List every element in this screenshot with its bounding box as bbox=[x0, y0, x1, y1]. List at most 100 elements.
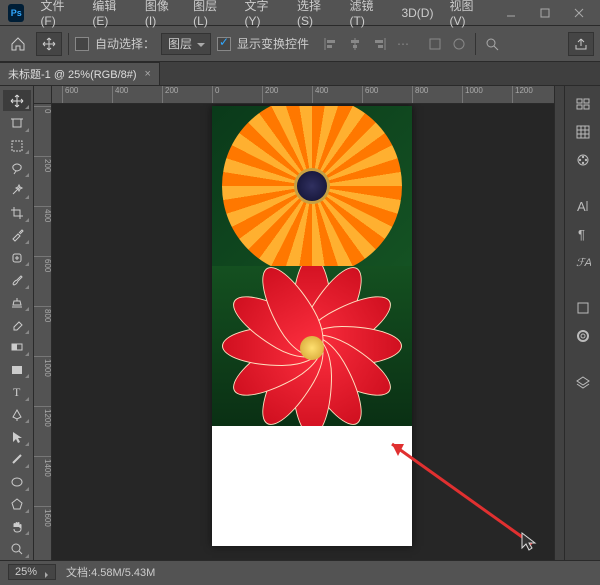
glyphs-panel-icon[interactable]: ℱA bbox=[570, 250, 596, 274]
magic-wand-tool[interactable] bbox=[3, 180, 31, 201]
move-tool-preset[interactable] bbox=[36, 32, 62, 56]
zoom-level[interactable]: 25% bbox=[8, 564, 56, 580]
ruler-tick: 800 bbox=[412, 86, 428, 104]
menu-layer[interactable]: 图层(L) bbox=[185, 0, 236, 28]
ruler-horizontal[interactable]: 600 400 200 0 200 400 600 800 1000 1200 bbox=[34, 86, 554, 104]
align-center-h-icon[interactable] bbox=[345, 34, 365, 54]
character-panel-icon[interactable]: A bbox=[570, 194, 596, 218]
image-layer-2 bbox=[212, 266, 412, 426]
status-bar: 25% 文档:4.58M/5.43M bbox=[0, 560, 600, 582]
3d-mode-buttons bbox=[425, 34, 469, 54]
paragraph-panel-icon[interactable]: ¶ bbox=[570, 222, 596, 246]
polygon-tool[interactable] bbox=[3, 494, 31, 515]
hand-tool[interactable] bbox=[3, 516, 31, 537]
ruler-tick: 600 bbox=[362, 86, 378, 104]
auto-select-target-dropdown[interactable]: 图层 bbox=[161, 33, 211, 55]
align-buttons: ⋯ bbox=[321, 34, 413, 54]
clone-stamp-tool[interactable] bbox=[3, 292, 31, 313]
path-select-tool[interactable] bbox=[3, 426, 31, 447]
pen-tool[interactable] bbox=[3, 404, 31, 425]
ruler-tick: 1400 bbox=[34, 456, 52, 477]
home-button[interactable] bbox=[6, 32, 30, 56]
type-tool[interactable]: T bbox=[3, 381, 31, 402]
workspace: T 600 400 200 0 200 400 600 800 1000 120… bbox=[0, 86, 600, 560]
properties-panel-icon[interactable] bbox=[570, 120, 596, 144]
search-icon[interactable] bbox=[482, 34, 502, 54]
tab-close-icon[interactable]: × bbox=[145, 68, 151, 80]
swatches-panel-icon[interactable] bbox=[570, 148, 596, 172]
line-tool[interactable] bbox=[3, 449, 31, 470]
rect-marquee-tool[interactable] bbox=[3, 135, 31, 156]
3d-mode-icon[interactable] bbox=[425, 34, 445, 54]
align-right-icon[interactable] bbox=[369, 34, 389, 54]
mask-mode-icon[interactable] bbox=[449, 34, 469, 54]
show-transform-checkbox[interactable] bbox=[217, 37, 231, 51]
move-tool[interactable] bbox=[3, 90, 31, 111]
close-button[interactable] bbox=[562, 3, 596, 23]
eyedropper-tool[interactable] bbox=[3, 225, 31, 246]
gradient-tool[interactable] bbox=[3, 337, 31, 358]
panel-vscroll[interactable] bbox=[554, 86, 564, 560]
minimize-button[interactable] bbox=[494, 3, 528, 23]
menu-image[interactable]: 图像(I) bbox=[137, 0, 185, 28]
cursor-icon bbox=[518, 530, 542, 554]
crop-tool[interactable] bbox=[3, 202, 31, 223]
svg-text:A: A bbox=[577, 199, 586, 214]
maximize-button[interactable] bbox=[528, 3, 562, 23]
ruler-tick: 400 bbox=[34, 206, 52, 222]
artboard-content[interactable] bbox=[212, 106, 412, 546]
ruler-tick: 600 bbox=[34, 256, 52, 272]
document-tab[interactable]: 未标题-1 @ 25%(RGB/8#) × bbox=[0, 62, 160, 85]
ruler-tick: 200 bbox=[162, 86, 178, 104]
rectangle-shape-tool[interactable] bbox=[3, 359, 31, 380]
libraries-panel-icon[interactable] bbox=[570, 324, 596, 348]
ruler-tick: 1200 bbox=[512, 86, 533, 104]
ruler-tick: 1000 bbox=[462, 86, 483, 104]
menu-3d[interactable]: 3D(D) bbox=[393, 6, 441, 20]
doc-size-label: 文档:4.58M/5.43M bbox=[66, 564, 155, 580]
menu-edit[interactable]: 编辑(E) bbox=[84, 0, 137, 28]
auto-select-label: 自动选择： bbox=[95, 35, 155, 52]
spot-heal-tool[interactable] bbox=[3, 247, 31, 268]
zoom-tool[interactable] bbox=[3, 538, 31, 559]
more-align-icon[interactable]: ⋯ bbox=[393, 34, 413, 54]
ruler-tick: 1000 bbox=[34, 356, 52, 377]
ruler-tick: 1600 bbox=[34, 506, 52, 527]
canvas[interactable] bbox=[52, 104, 554, 560]
ruler-origin[interactable] bbox=[34, 86, 52, 104]
auto-select-checkbox[interactable] bbox=[75, 37, 89, 51]
menu-file[interactable]: 文件(F) bbox=[32, 0, 84, 28]
layers-panel-icon[interactable] bbox=[570, 370, 596, 394]
align-left-icon[interactable] bbox=[321, 34, 341, 54]
canvas-zone: 600 400 200 0 200 400 600 800 1000 1200 … bbox=[34, 86, 554, 560]
svg-text:¶: ¶ bbox=[578, 227, 585, 242]
eraser-tool[interactable] bbox=[3, 314, 31, 335]
ruler-tick: 200 bbox=[34, 156, 52, 172]
window-controls bbox=[494, 3, 596, 23]
right-panels: A ¶ ℱA bbox=[564, 86, 600, 560]
ruler-vertical[interactable]: 0 200 400 600 800 1000 1200 1400 1600 bbox=[34, 104, 52, 560]
menu-type[interactable]: 文字(Y) bbox=[236, 0, 289, 28]
menu-select[interactable]: 选择(S) bbox=[289, 0, 342, 28]
menu-view[interactable]: 视图(V) bbox=[441, 0, 494, 28]
tools-panel: T bbox=[0, 86, 34, 560]
ruler-tick: 200 bbox=[262, 86, 278, 104]
ruler-tick: 0 bbox=[212, 86, 219, 104]
separator bbox=[475, 33, 476, 55]
svg-text:T: T bbox=[13, 385, 21, 399]
artboard-tool[interactable] bbox=[3, 112, 31, 133]
ruler-tick: 400 bbox=[112, 86, 128, 104]
ruler-tick: 600 bbox=[62, 86, 78, 104]
lasso-tool[interactable] bbox=[3, 157, 31, 178]
show-transform-label: 显示变换控件 bbox=[237, 35, 309, 52]
ruler-tick: 800 bbox=[34, 306, 52, 322]
document-tabbar: 未标题-1 @ 25%(RGB/8#) × bbox=[0, 62, 600, 86]
brush-tool[interactable] bbox=[3, 269, 31, 290]
menubar: Ps 文件(F) 编辑(E) 图像(I) 图层(L) 文字(Y) 选择(S) 滤… bbox=[0, 0, 600, 26]
history-panel-icon[interactable] bbox=[570, 92, 596, 116]
adjustments-panel-icon[interactable] bbox=[570, 296, 596, 320]
ellipse-tool[interactable] bbox=[3, 471, 31, 492]
options-bar: 自动选择： 图层 显示变换控件 ⋯ bbox=[0, 26, 600, 62]
share-button[interactable] bbox=[568, 32, 594, 56]
menu-filter[interactable]: 滤镜(T) bbox=[342, 0, 394, 28]
